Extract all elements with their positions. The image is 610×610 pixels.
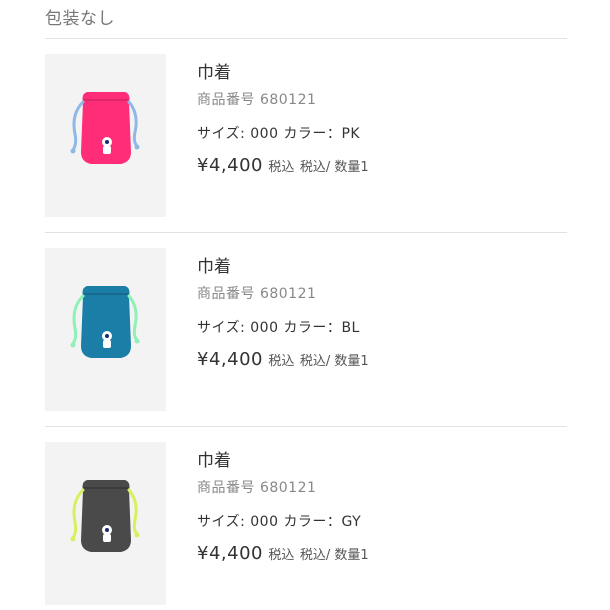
size-value: 000 <box>250 514 279 530</box>
price-row: ¥4,400 税込 税込/ 数量1 <box>197 543 369 564</box>
order-item: 巾着 商品番号 680121 サイズ: 000 カラー：PK ¥4,400 税込… <box>45 54 567 220</box>
product-image[interactable] <box>45 54 166 217</box>
product-name[interactable]: 巾着 <box>197 58 231 83</box>
item-number: 商品番号 680121 <box>197 89 316 109</box>
size-value: 000 <box>250 126 279 142</box>
drawstring-bag-image <box>70 92 140 164</box>
color-label: カラー： <box>283 320 342 336</box>
product-name[interactable]: 巾着 <box>197 252 231 277</box>
variant-info: サイズ: 000 カラー：BL <box>197 317 360 337</box>
drawstring-bag-image <box>70 480 140 552</box>
color-value: GY <box>341 514 362 530</box>
section-title: 包装なし <box>45 9 115 29</box>
size-label: サイズ: <box>197 514 246 530</box>
item-number: 商品番号 680121 <box>197 477 316 497</box>
order-item: 巾着 商品番号 680121 サイズ: 000 カラー：GY ¥4,400 税込… <box>45 442 567 608</box>
variant-info: サイズ: 000 カラー：GY <box>197 511 361 531</box>
tax-note: 税込 <box>268 160 295 175</box>
item-number-value: 680121 <box>259 286 317 302</box>
drawstring-bag-image <box>70 286 140 358</box>
price: ¥4,400 <box>197 349 263 370</box>
product-image[interactable] <box>45 248 166 411</box>
order-items-page: 包装なし 巾着 商品番号 680121 サイズ: 000 カラー：PK ¥4,4… <box>0 0 610 610</box>
item-number-value: 680121 <box>259 92 317 108</box>
tax-note: 税込 <box>268 548 295 563</box>
variant-info: サイズ: 000 カラー：PK <box>197 123 360 143</box>
price: ¥4,400 <box>197 155 263 176</box>
price-row: ¥4,400 税込 税込/ 数量1 <box>197 349 369 370</box>
size-label: サイズ: <box>197 320 246 336</box>
order-item: 巾着 商品番号 680121 サイズ: 000 カラー：BL ¥4,400 税込… <box>45 248 567 414</box>
price: ¥4,400 <box>197 543 263 564</box>
product-name[interactable]: 巾着 <box>197 446 231 471</box>
divider <box>45 38 567 39</box>
divider <box>45 232 567 233</box>
price-row: ¥4,400 税込 税込/ 数量1 <box>197 155 369 176</box>
quantity-text: 税込/ 数量1 <box>299 160 369 175</box>
quantity-text: 税込/ 数量1 <box>299 354 369 369</box>
tax-note: 税込 <box>268 354 295 369</box>
item-number: 商品番号 680121 <box>197 283 316 303</box>
item-number-value: 680121 <box>259 480 317 496</box>
color-label: カラー： <box>283 126 342 142</box>
quantity-text: 税込/ 数量1 <box>299 548 369 563</box>
item-number-label: 商品番号 <box>197 92 255 108</box>
product-image[interactable] <box>45 442 166 605</box>
size-label: サイズ: <box>197 126 246 142</box>
color-value: PK <box>341 126 361 142</box>
item-number-label: 商品番号 <box>197 480 255 496</box>
divider <box>45 426 567 427</box>
color-value: BL <box>341 320 360 336</box>
color-label: カラー： <box>283 514 342 530</box>
item-number-label: 商品番号 <box>197 286 255 302</box>
size-value: 000 <box>250 320 279 336</box>
